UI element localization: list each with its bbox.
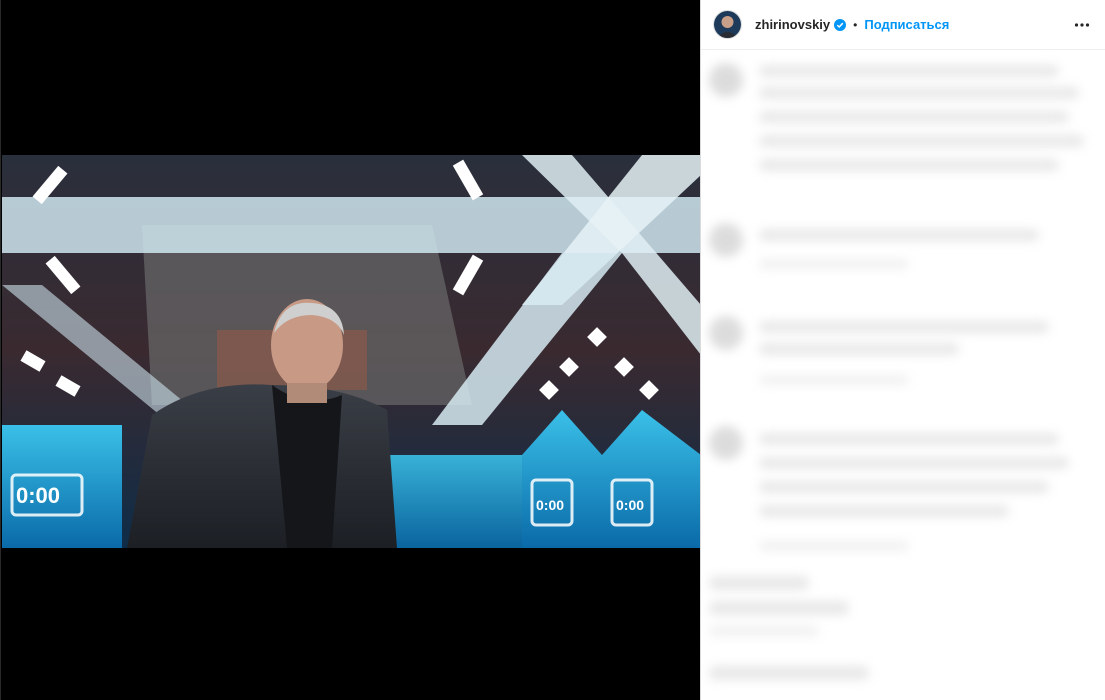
media-pane: 0:00 0:00 0:00: [0, 0, 701, 700]
post-header: zhirinovskiy • Подписаться: [701, 0, 1105, 50]
post-sidebar: zhirinovskiy • Подписаться: [700, 0, 1105, 700]
username-link[interactable]: zhirinovskiy: [755, 17, 830, 32]
screen-readout: 0:00: [616, 497, 644, 513]
separator-dot: •: [853, 17, 858, 32]
screen-readout: 0:00: [16, 483, 60, 508]
avatar[interactable]: [713, 10, 742, 39]
avatar-image: [714, 11, 741, 38]
more-horizontal-icon[interactable]: [1074, 17, 1090, 33]
follow-button[interactable]: Подписаться: [864, 17, 949, 32]
screen-readout: 0:00: [536, 497, 564, 513]
post-photo[interactable]: 0:00 0:00 0:00: [2, 155, 701, 548]
verified-badge-icon: [834, 18, 847, 31]
blurred-comments: [701, 51, 1105, 700]
studio-photo-illustration: 0:00 0:00 0:00: [2, 155, 701, 548]
